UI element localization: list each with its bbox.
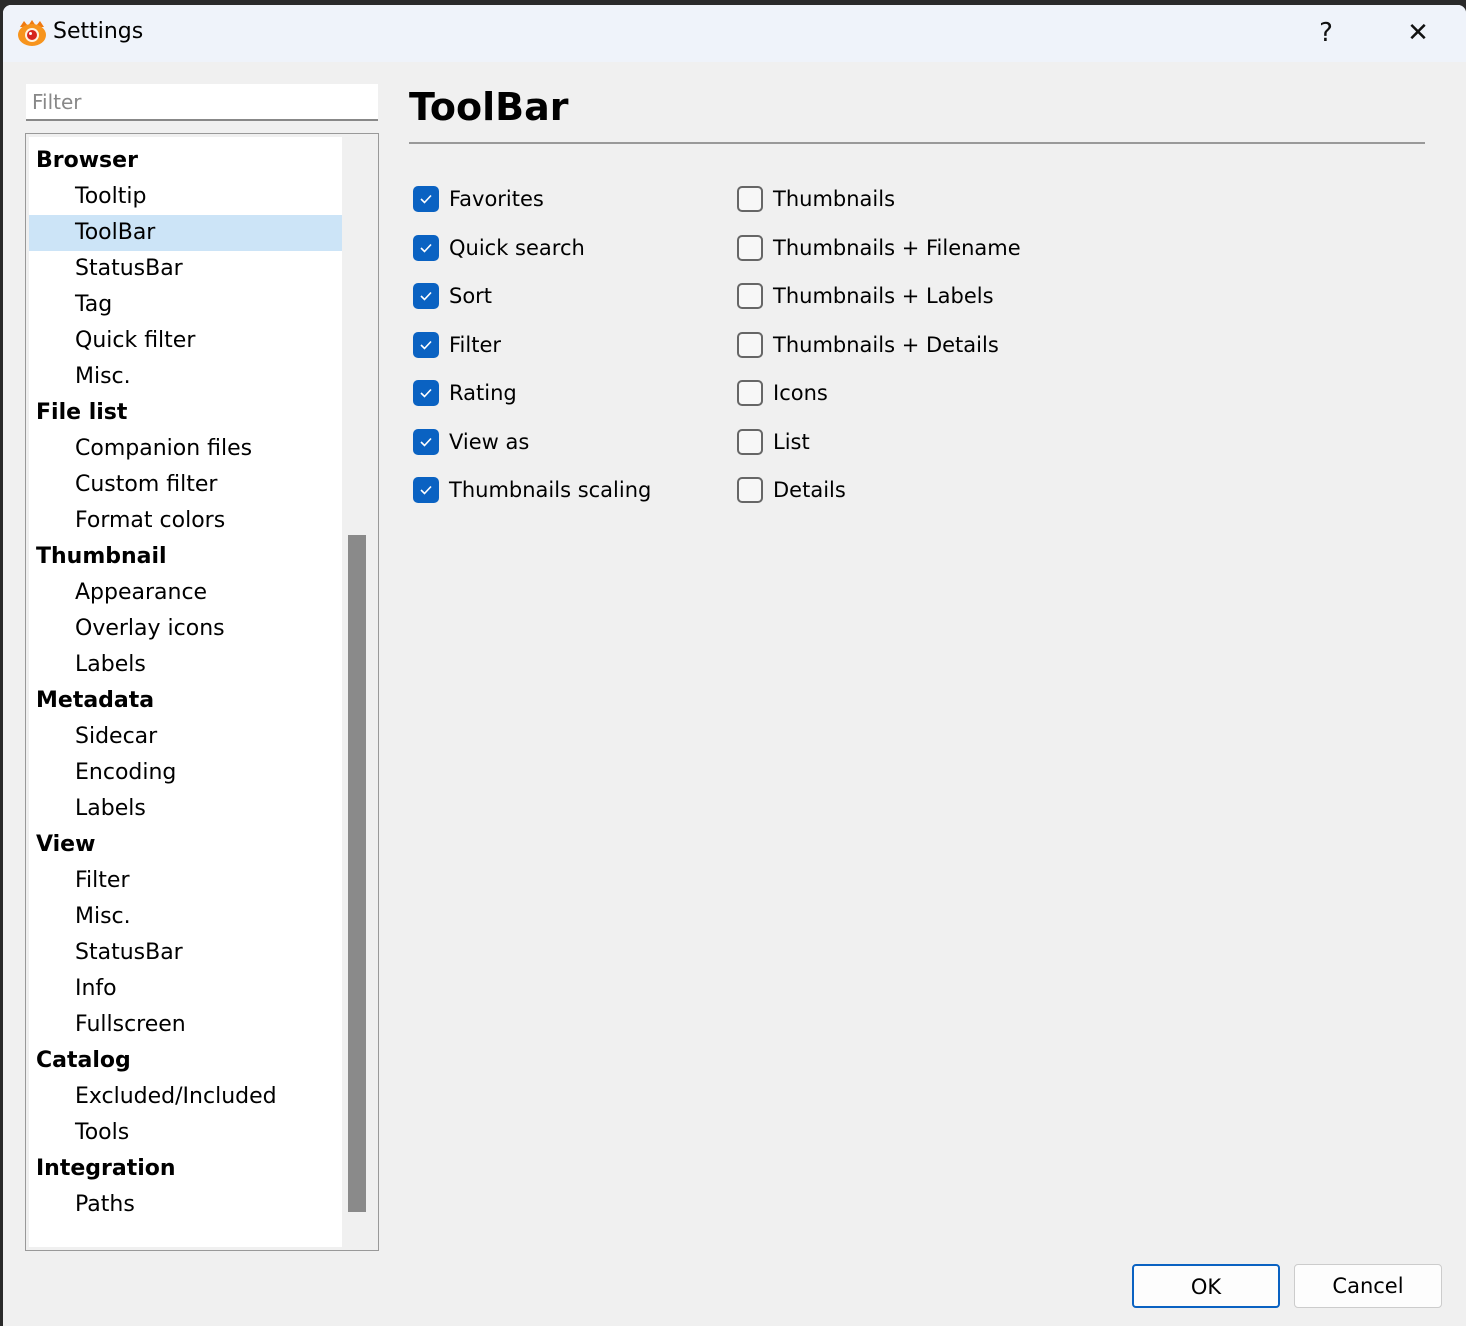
tree-item[interactable]: Encoding (29, 755, 342, 791)
checkmark-icon[interactable] (413, 283, 439, 309)
checkbox-label: Favorites (449, 187, 544, 211)
tree-item[interactable]: Companion files (29, 431, 342, 467)
checkbox-label: List (773, 429, 810, 454)
checkbox-rating[interactable]: Rating (413, 375, 517, 411)
checkbox-label: Thumbnails + Filename (773, 235, 1021, 260)
checkmark-icon[interactable] (413, 477, 439, 503)
cancel-button[interactable]: Cancel (1294, 1264, 1442, 1308)
checkbox-label: Details (773, 478, 846, 502)
checkbox-box[interactable] (737, 234, 763, 261)
tree-item[interactable]: Format colors (29, 503, 342, 539)
checkbox-label: Rating (449, 381, 517, 405)
checkbox-box[interactable] (737, 477, 763, 503)
checkbox-favorites[interactable]: Favorites (413, 181, 544, 217)
checkbox-sort[interactable]: Sort (413, 278, 492, 314)
checkbox-thumbnails-scaling[interactable]: Thumbnails scaling (413, 472, 651, 508)
checkbox-list[interactable]: List (737, 424, 810, 460)
tree-item[interactable]: ToolBar (29, 215, 342, 251)
checkmark-icon[interactable] (413, 186, 439, 212)
checkbox-filter[interactable]: Filter (413, 327, 501, 363)
tree-category[interactable]: Browser (29, 143, 342, 179)
tree-category[interactable]: View (29, 827, 342, 863)
tree-item[interactable]: Labels (29, 791, 342, 827)
page-title: ToolBar (409, 85, 569, 129)
tree-category[interactable]: Catalog (29, 1043, 342, 1079)
tree-item[interactable]: Filter (29, 863, 342, 899)
checkbox-box[interactable] (737, 380, 763, 406)
tree-item[interactable]: Labels (29, 647, 342, 683)
filter-input[interactable]: Filter (26, 84, 378, 121)
checkbox-thumbnails[interactable]: Thumbnails (737, 181, 895, 217)
checkbox-box[interactable] (737, 428, 763, 455)
checkbox-label: Thumbnails scaling (449, 478, 652, 502)
checkbox-view-as[interactable]: View as (413, 424, 529, 460)
checkmark-icon[interactable] (413, 234, 439, 261)
checkbox-label: Quick search (449, 235, 585, 260)
tree-category[interactable]: Thumbnail (29, 539, 342, 575)
tree-item[interactable]: Excluded/Included (29, 1079, 342, 1115)
window-title: Settings (53, 19, 144, 44)
tree-item[interactable]: Misc. (29, 359, 342, 395)
tree-item[interactable]: Tools (29, 1115, 342, 1151)
checkbox-icons[interactable]: Icons (737, 375, 828, 411)
checkmark-icon[interactable] (413, 331, 439, 358)
checkbox-box[interactable] (737, 283, 763, 309)
checkbox-label: View as (449, 429, 530, 454)
settings-tree: Browser Tooltip ToolBar StatusBar Tag Quick f… (25, 133, 379, 1251)
scrollbar-thumb[interactable] (348, 535, 366, 1212)
close-button[interactable]: ✕ (1395, 13, 1441, 53)
checkbox-label: Filter (449, 332, 502, 357)
tree-item[interactable]: Fullscreen (29, 1007, 342, 1043)
help-button[interactable]: ? (1303, 13, 1349, 53)
tree-item[interactable]: Appearance (29, 575, 342, 611)
checkbox-label: Thumbnails (773, 187, 896, 211)
tree-item[interactable]: Paths (29, 1187, 342, 1223)
tree-category[interactable]: Metadata (29, 683, 342, 719)
checkbox-label: Thumbnails + Labels (773, 284, 994, 308)
checkbox-details[interactable]: Details (737, 472, 846, 508)
title-bar: Settings ? ✕ (3, 5, 1466, 62)
tree-item[interactable]: Overlay icons (29, 611, 342, 647)
tree-item[interactable]: Custom filter (29, 467, 342, 503)
checkmark-icon[interactable] (413, 428, 439, 455)
tree-item[interactable]: Info (29, 971, 342, 1007)
checkbox-box[interactable] (737, 186, 763, 212)
tree-item[interactable]: StatusBar (29, 935, 342, 971)
tree-item[interactable]: Tag (29, 287, 342, 323)
tree-category[interactable]: File list (29, 395, 342, 431)
settings-window: Settings ? ✕ Filter Browser Tooltip ToolBa… (3, 5, 1466, 1326)
checkbox-box[interactable] (737, 331, 763, 358)
checkbox-label: Sort (449, 284, 493, 308)
ok-button[interactable]: OK (1132, 1264, 1280, 1308)
app-logo-icon (18, 20, 46, 46)
tree-item[interactable]: Misc. (29, 899, 342, 935)
checkbox-label: Icons (773, 381, 828, 405)
checkmark-icon[interactable] (413, 380, 439, 406)
checkbox-thumbnails-labels[interactable]: Thumbnails + Labels (737, 278, 994, 314)
tree-item[interactable]: Quick filter (29, 323, 342, 359)
tree-item[interactable]: StatusBar (29, 251, 342, 287)
tree-category[interactable]: Integration (29, 1151, 342, 1187)
tree-item[interactable]: Sidecar (29, 719, 342, 755)
tree-item[interactable]: Tooltip (29, 179, 342, 215)
checkbox-thumbnails-details[interactable]: Thumbnails + Details (737, 327, 999, 363)
checkbox-label: Thumbnails + Details (773, 332, 999, 357)
checkbox-quick-search[interactable]: Quick search (413, 230, 585, 266)
divider (409, 142, 1425, 144)
checkbox-thumbnails-filename[interactable]: Thumbnails + Filename (737, 230, 1021, 266)
